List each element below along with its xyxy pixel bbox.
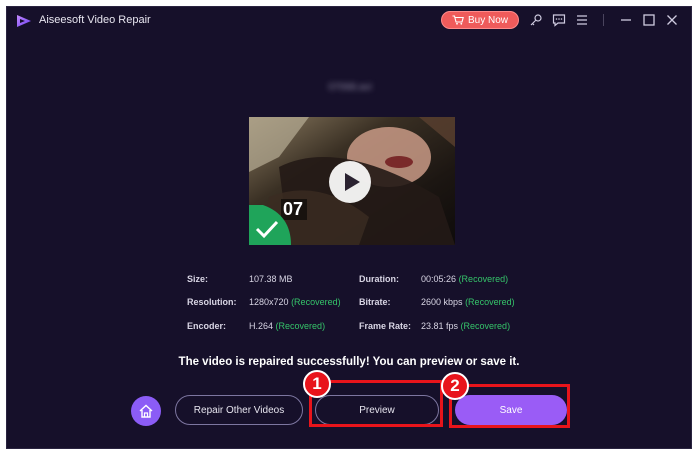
buy-now-label: Buy Now: [467, 14, 508, 26]
success-message: The video is repaired successfully! You …: [178, 356, 520, 368]
framerate-value: 23.81 fps (Recovered): [421, 321, 511, 331]
key-icon[interactable]: [529, 13, 543, 27]
encoder-label: Encoder:: [187, 321, 227, 331]
resolution-status: (Recovered): [291, 297, 341, 307]
framerate-status: (Recovered): [460, 321, 511, 331]
file-name: 07068.avi: [328, 82, 372, 93]
duration-label: Duration:: [359, 274, 399, 284]
bitrate-status: (Recovered): [465, 297, 515, 307]
duration-status: (Recovered): [458, 274, 509, 284]
encoder-value: H.264 (Recovered): [249, 321, 326, 331]
repaired-check-icon: [249, 205, 291, 245]
play-icon: [345, 173, 360, 191]
home-button[interactable]: [131, 396, 161, 426]
bitrate-label: Bitrate:: [359, 297, 391, 307]
framerate-label: Frame Rate:: [359, 321, 412, 331]
buy-now-button[interactable]: Buy Now: [441, 11, 519, 29]
resolution-label: Resolution:: [187, 297, 237, 307]
menu-icon[interactable]: [575, 13, 589, 27]
app-logo-icon: [17, 15, 31, 27]
step-1-badge: 1: [303, 370, 331, 398]
app-title: Aiseesoft Video Repair: [39, 14, 151, 26]
title-bar: Aiseesoft Video Repair Buy Now: [7, 7, 691, 35]
size-value: 107.38 MB: [249, 274, 293, 284]
feedback-icon[interactable]: [552, 13, 566, 27]
cart-icon: [452, 15, 464, 25]
minimize-icon[interactable]: [619, 13, 633, 27]
home-icon: [139, 404, 153, 418]
titlebar-separator: [603, 14, 604, 26]
repair-other-videos-button[interactable]: Repair Other Videos: [175, 395, 303, 425]
close-icon[interactable]: [665, 13, 679, 27]
bitrate-value: 2600 kbps (Recovered): [421, 297, 515, 307]
duration-value: 00:05:26 (Recovered): [421, 274, 509, 284]
play-button[interactable]: [329, 161, 371, 203]
repair-other-videos-label: Repair Other Videos: [193, 404, 285, 416]
encoder-status: (Recovered): [275, 321, 326, 331]
size-label: Size:: [187, 274, 209, 284]
step-2-badge: 2: [441, 372, 469, 400]
maximize-icon[interactable]: [642, 13, 656, 27]
video-thumbnail[interactable]: 07: [249, 117, 455, 245]
resolution-value: 1280x720 (Recovered): [249, 297, 341, 307]
